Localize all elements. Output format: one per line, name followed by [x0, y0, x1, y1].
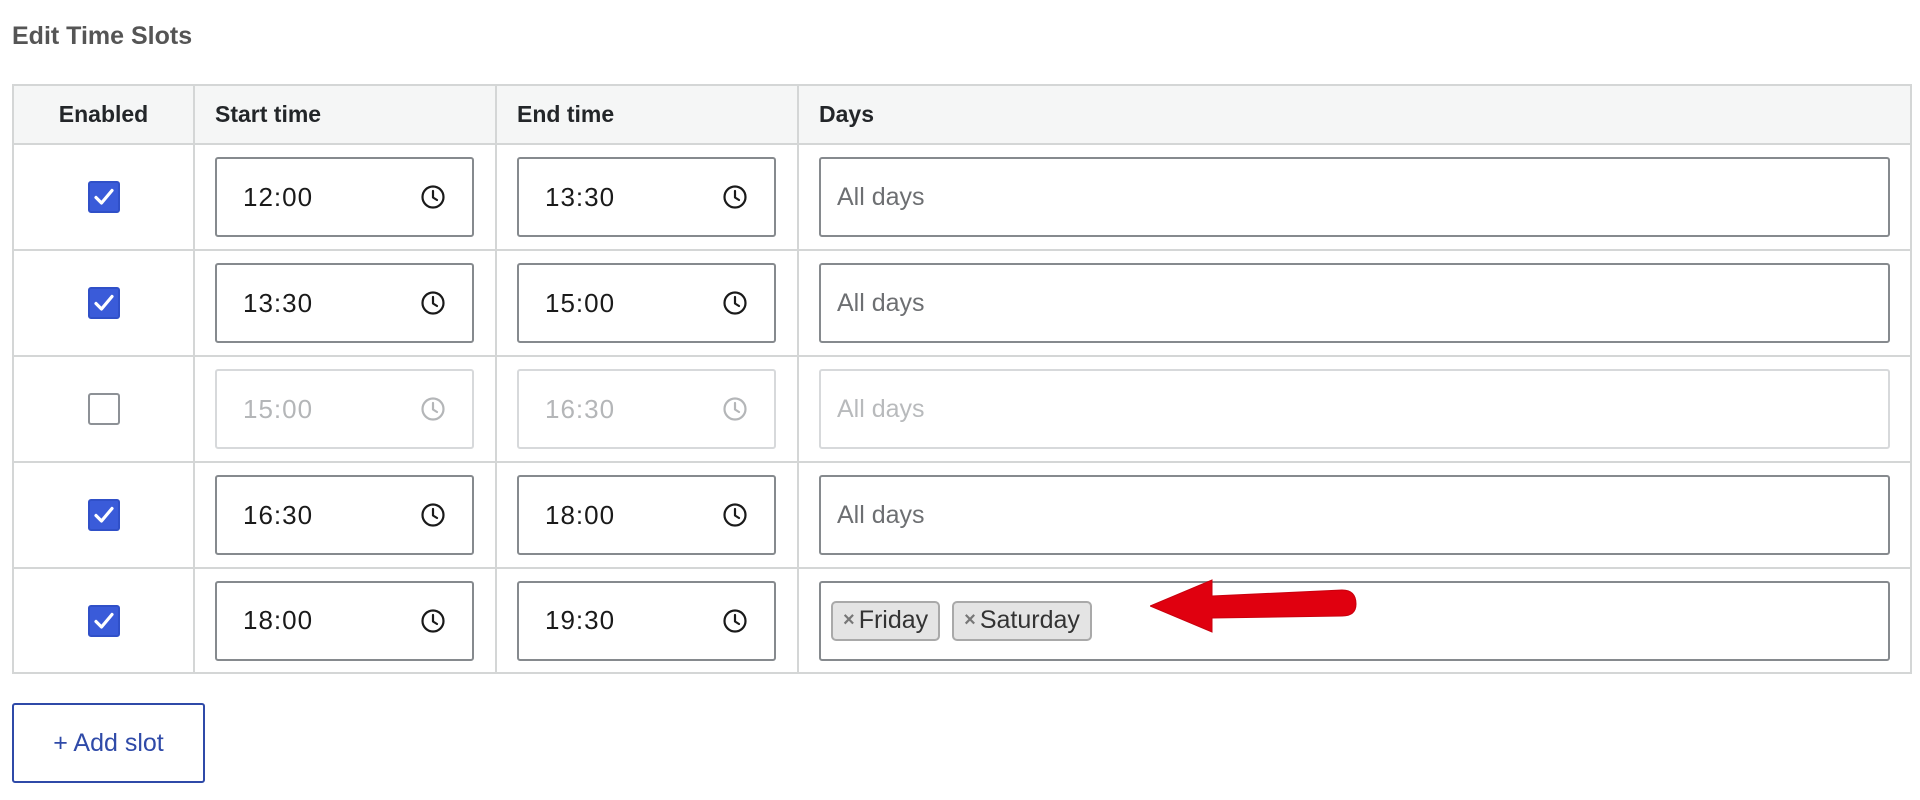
annotation-arrow-icon — [1150, 579, 1357, 633]
clock-icon[interactable] — [722, 290, 748, 316]
start-time-value: 18:00 — [243, 605, 314, 635]
days-select[interactable]: All days — [819, 157, 1890, 237]
end-time-cell: 15:00 — [495, 249, 799, 357]
enabled-cell — [12, 567, 195, 674]
table-row: 12:00 13:30 All days — [12, 143, 1912, 251]
days-cell: All days — [797, 143, 1912, 251]
end-time-input[interactable]: 18:00 — [517, 475, 776, 555]
end-time-input[interactable]: 15:00 — [517, 263, 776, 343]
end-time-value: 13:30 — [545, 181, 616, 212]
column-header-enabled: Enabled — [12, 84, 195, 145]
clock-icon[interactable] — [420, 608, 446, 634]
add-slot-button[interactable]: + Add slot — [12, 703, 205, 783]
enabled-cell — [12, 143, 195, 251]
start-time-input[interactable]: 13:30 — [215, 263, 474, 343]
clock-icon[interactable] — [722, 502, 748, 528]
start-time-cell: 16:30 — [193, 461, 497, 569]
close-icon[interactable]: × — [964, 609, 976, 632]
enabled-cell — [12, 355, 195, 463]
end-time-input[interactable]: 19:30 — [517, 580, 776, 661]
start-time-input[interactable]: 12:00 — [215, 157, 474, 237]
start-time-value: 15:00 — [243, 393, 314, 424]
day-tag: × Friday — [831, 600, 941, 641]
end-time-input[interactable]: 16:30 — [517, 369, 776, 449]
start-time-cell: 15:00 — [193, 355, 497, 463]
start-time-value: 16:30 — [243, 499, 314, 530]
start-time-input[interactable]: 18:00 — [215, 580, 474, 661]
enabled-cell — [12, 461, 195, 569]
end-time-input[interactable]: 13:30 — [517, 157, 776, 237]
table-row: 18:00 19:30 × Friday × Saturday — [12, 567, 1912, 674]
end-time-value: 18:00 — [545, 499, 616, 530]
end-time-cell: 13:30 — [495, 143, 799, 251]
days-placeholder: All days — [837, 394, 925, 423]
column-header-end-time: End time — [495, 84, 799, 145]
days-select[interactable]: All days — [819, 369, 1890, 449]
days-cell: All days — [797, 355, 1912, 463]
table-row: 15:00 16:30 All days — [12, 355, 1912, 463]
end-time-value: 16:30 — [545, 393, 616, 424]
column-header-days: Days — [797, 84, 1912, 145]
start-time-value: 13:30 — [243, 287, 314, 318]
start-time-cell: 13:30 — [193, 249, 497, 357]
end-time-cell: 19:30 — [495, 567, 799, 674]
enabled-checkbox[interactable] — [87, 287, 120, 319]
days-placeholder: All days — [837, 288, 925, 317]
day-tag-label: Saturday — [979, 606, 1080, 634]
clock-icon[interactable] — [722, 396, 748, 422]
clock-icon[interactable] — [722, 608, 748, 634]
day-tag-label: Friday — [858, 606, 929, 634]
clock-icon[interactable] — [420, 396, 446, 422]
time-slots-table: Enabled Start time End time Days 12:00 13… — [12, 84, 1912, 674]
table-header-row: Enabled Start time End time Days — [12, 84, 1912, 145]
enabled-checkbox[interactable] — [87, 604, 120, 637]
close-icon[interactable]: × — [843, 609, 855, 632]
days-cell: All days — [797, 249, 1912, 357]
end-time-cell: 18:00 — [495, 461, 799, 569]
enabled-checkbox[interactable] — [87, 393, 120, 425]
start-time-input[interactable]: 16:30 — [215, 475, 474, 555]
day-tag: × Saturday — [952, 600, 1092, 641]
page-title: Edit Time Slots — [12, 22, 193, 50]
end-time-value: 19:30 — [545, 605, 616, 635]
table-row: 16:30 18:00 All days — [12, 461, 1912, 569]
enabled-cell — [12, 249, 195, 357]
start-time-cell: 18:00 — [193, 567, 497, 674]
days-select[interactable]: All days — [819, 475, 1890, 555]
days-placeholder: All days — [837, 500, 925, 529]
start-time-value: 12:00 — [243, 181, 314, 212]
enabled-checkbox[interactable] — [87, 181, 120, 213]
column-header-start-time: Start time — [193, 84, 497, 145]
clock-icon[interactable] — [722, 184, 748, 210]
days-select[interactable]: All days — [819, 263, 1890, 343]
edit-time-slots-page: Edit Time Slots Enabled Start time End t… — [0, 0, 1920, 800]
start-time-cell: 12:00 — [193, 143, 497, 251]
end-time-cell: 16:30 — [495, 355, 799, 463]
end-time-value: 15:00 — [545, 287, 616, 318]
clock-icon[interactable] — [420, 184, 446, 210]
days-cell: All days — [797, 461, 1912, 569]
clock-icon[interactable] — [420, 502, 446, 528]
enabled-checkbox[interactable] — [87, 499, 120, 531]
clock-icon[interactable] — [420, 290, 446, 316]
table-row: 13:30 15:00 All days — [12, 249, 1912, 357]
days-placeholder: All days — [837, 182, 925, 211]
start-time-input[interactable]: 15:00 — [215, 369, 474, 449]
